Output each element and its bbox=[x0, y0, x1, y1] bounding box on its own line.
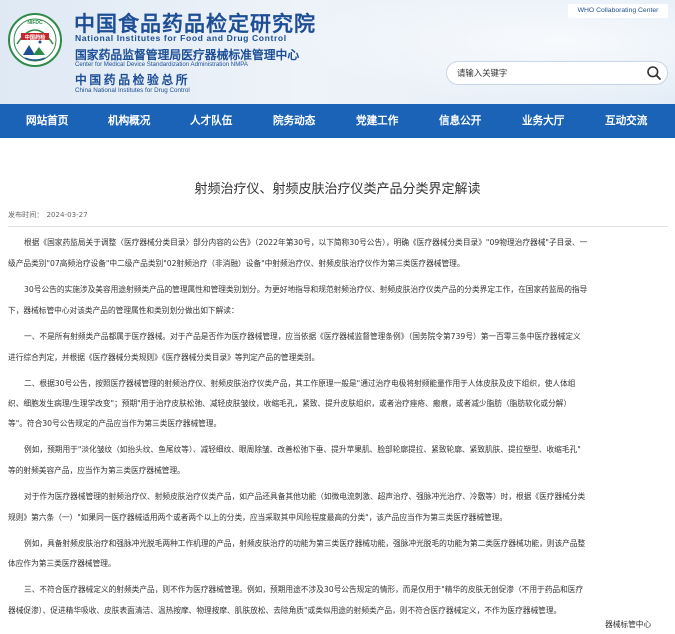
institute-title-cn: 中国药品检验总所 bbox=[75, 73, 191, 87]
who-badge[interactable]: WHO Collaborating Center bbox=[568, 4, 668, 18]
paragraph-line: 30号公告的实施涉及美容用途射频类产品的管理属性和管理类别划分。为更好地指导和规… bbox=[24, 285, 588, 294]
nav-item-interaction[interactable]: 互动交流 bbox=[605, 104, 647, 138]
paragraph-line: 器械促渗）、促进精华吸收、皮肤表面清洁、温热按摩、物理按摩、肌肤放松、去除角质"… bbox=[8, 606, 562, 615]
paragraph-line: 例如，具备射频皮肤治疗和强脉冲光脱毛两种工作机理的产品，射频皮肤治疗的功能为第三… bbox=[24, 539, 586, 548]
paragraph-line: 一、不是所有射频类产品都属于医疗器械。对于产品是否作为医疗器械管理，应当依据《医… bbox=[24, 332, 581, 341]
search-input[interactable] bbox=[457, 62, 642, 84]
paragraph-line: 对于作为医疗器械管理的射频治疗仪、射频皮肤治疗仪类产品，如产品还具备其他功能（如… bbox=[24, 492, 586, 501]
nav-item-services[interactable]: 业务大厅 bbox=[522, 104, 564, 138]
institute-title-en: China National Institutes for Drug Contr… bbox=[75, 87, 190, 94]
site-title-en: National Institutes for Food and Drug Co… bbox=[75, 33, 287, 43]
paragraph-line: 级产品类别"07高频治疗设备"中二级产品类别"02射频治疗（非消融）设备"中射频… bbox=[8, 259, 465, 268]
paragraph-line: 根据《国家药监局关于调整〈医疗器械分类目录〉部分内容的公告》（2022年第30号… bbox=[24, 238, 588, 247]
nav-item-about[interactable]: 机构概况 bbox=[108, 104, 150, 138]
nav-item-party[interactable]: 党建工作 bbox=[356, 104, 398, 138]
paragraph-line: 体应作为第三类医疗器械管理。 bbox=[8, 559, 116, 568]
center-title-en: Center for Medical Device Standardizatio… bbox=[75, 61, 248, 68]
article-signature: 器械标管中心 bbox=[605, 620, 652, 629]
paragraph-line: 织、细胞发生病理/生理学改变"；预期"用于治疗皮肤松弛、减轻皮肤皱纹，收缩毛孔，… bbox=[8, 399, 572, 408]
main-nav: 网站首页 机构概况 人才队伍 院务动态 党建工作 信息公开 业务大厅 互动交流 bbox=[0, 104, 675, 138]
site-header: 中国药检 NIFDC 中国食品药品检定研究院 National Institut… bbox=[0, 0, 675, 104]
nav-item-home[interactable]: 网站首页 bbox=[26, 104, 68, 138]
title-divider bbox=[8, 226, 668, 227]
paragraph-line: 二、根据30号公告，按照医疗器械管理的射频治疗仪、射频皮肤治疗仪类产品，其工作原… bbox=[24, 379, 576, 388]
logo-ring-text: NIFDC bbox=[27, 20, 43, 26]
paragraph-line: 三、不符合医疗器械定义的射频类产品，则不作为医疗器械管理。例如，预期用途不涉及3… bbox=[24, 585, 584, 594]
paragraph-line: 例如，预期用于"淡化皱纹（如抬头纹、鱼尾纹等）、减轻细纹、眼周除皱、改善松弛下垂… bbox=[24, 445, 581, 454]
search-icon[interactable] bbox=[646, 65, 662, 81]
nav-item-news[interactable]: 院务动态 bbox=[273, 104, 315, 138]
paragraph-line: 等的射频美容产品，应当作为第三类医疗器械管理。 bbox=[8, 466, 185, 475]
paragraph-line: 下，器械标管中心对该类产品的管理属性和类别划分做出如下解读： bbox=[8, 306, 239, 315]
search-box bbox=[446, 61, 668, 85]
paragraph-line: 等"。符合30号公告规定的产品应当作为第三类医疗器械管理。 bbox=[8, 419, 222, 428]
publish-date-label: 发布时间： bbox=[8, 210, 44, 219]
nav-item-talent[interactable]: 人才队伍 bbox=[190, 104, 232, 138]
publish-date-value: 2024-03-27 bbox=[46, 210, 88, 219]
paragraph-line: 规则》第六条（一）"如果同一医疗器械适用两个或者两个以上的分类，应当采取其中风险… bbox=[8, 513, 508, 522]
logo-text: 中国药检 bbox=[25, 33, 47, 41]
paragraph-line: 进行综合判定，并根据《医疗器械分类规则》《医疗器械分类目录》等判定产品的管理类别… bbox=[8, 353, 320, 362]
article-title: 射频治疗仪、射频皮肤治疗仪类产品分类界定解读 bbox=[194, 182, 481, 197]
nav-item-disclosure[interactable]: 信息公开 bbox=[439, 104, 481, 138]
nifdc-logo[interactable]: 中国药检 NIFDC bbox=[7, 11, 63, 69]
publish-date: 发布时间： 2024-03-27 bbox=[8, 210, 88, 220]
